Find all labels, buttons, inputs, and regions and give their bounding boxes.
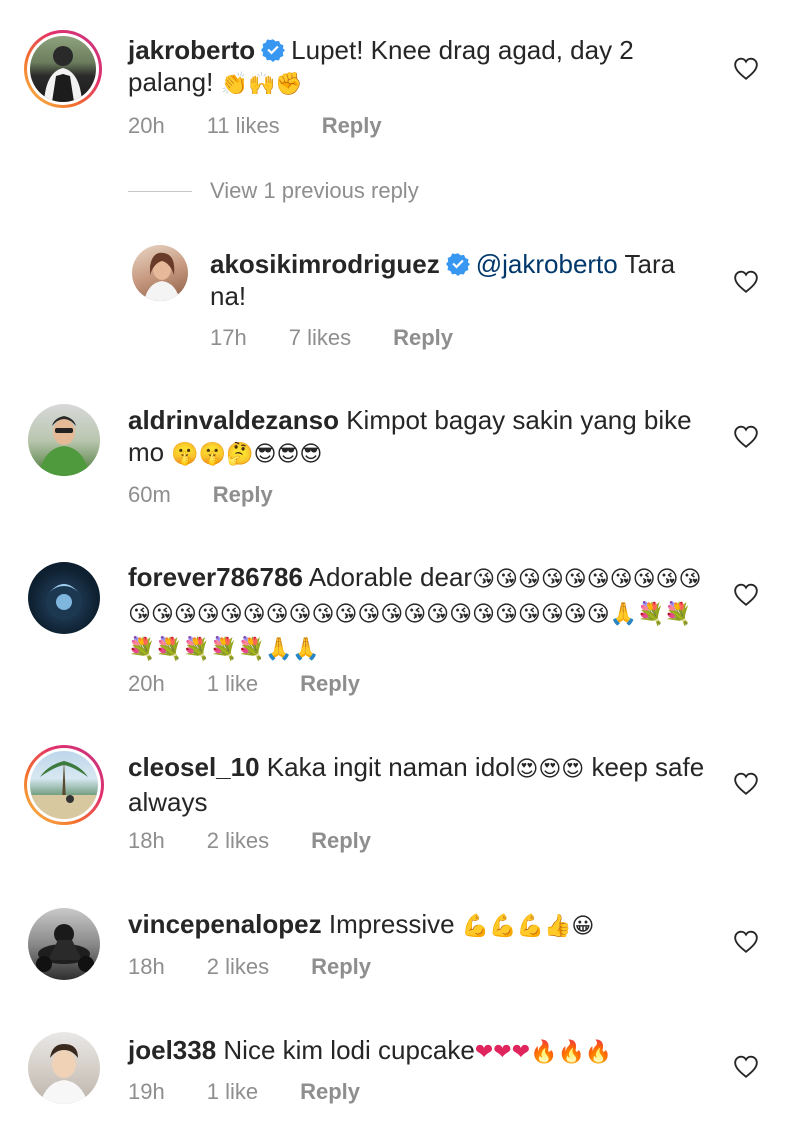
avatar[interactable] [28,562,100,634]
avatar-image [44,46,82,102]
verified-badge-icon [261,38,285,62]
story-ring-avatar[interactable] [24,30,102,108]
mention-link[interactable]: @jakroberto [476,249,618,279]
comment-meta: 18h 2 likes Reply [128,828,413,854]
comment-text: cleosel_10 Kaka ingit naman idol😍😍😍 keep… [128,751,718,818]
divider-line [128,190,192,192]
comment-likes[interactable]: 2 likes [207,954,269,980]
comment-text: joel338 Nice kim lodi cupcake❤❤❤🔥🔥🔥 [128,1034,718,1069]
avatar [30,751,98,819]
avatar-image [30,759,98,819]
avatar[interactable] [28,1032,100,1104]
comment-text: jakroberto Lupet! Knee drag agad, day 2 p… [128,34,718,101]
comment-body: Kaka ingit naman idol [266,752,516,782]
comment-likes[interactable]: 1 like [207,671,258,697]
comment-username[interactable]: cleosel_10 [128,752,260,782]
comment-meta: 20h 11 likes Reply [128,113,424,139]
heart-outline-icon[interactable] [732,424,760,450]
comment-body: Adorable dear [308,562,473,592]
comment-meta: 60m Reply [128,482,315,508]
avatar-image [38,416,90,476]
comment-emoji: 👏🙌✊ [220,72,303,97]
comment-emoji: ❤❤❤🔥🔥🔥 [474,1040,613,1065]
view-replies-label[interactable]: View 1 previous reply [210,178,419,204]
comment-likes[interactable]: 11 likes [207,113,280,139]
heart-outline-icon[interactable] [732,1054,760,1080]
heart-outline-icon[interactable] [732,56,760,82]
comment-text: akosikimrodriguez @jakroberto Tara na! [210,248,710,312]
comment-username[interactable]: joel338 [128,1035,216,1065]
comment-username[interactable]: vincepenalopez [128,909,322,939]
comment-meta: 17h 7 likes Reply [210,325,495,351]
comment-text: aldrinvaldezanso Kimpot bagay sakin yang… [128,404,718,471]
comment-meta: 19h 1 like Reply [128,1079,402,1105]
avatar[interactable] [28,908,100,980]
heart-outline-icon[interactable] [732,582,760,608]
heart-outline-icon[interactable] [732,929,760,955]
comment-emoji: 😍😍😍 [515,757,585,782]
comment-time[interactable]: 20h [128,671,165,697]
comment-text: vincepenalopez Impressive 💪💪💪👍😀 [128,908,718,943]
comment-meta: 20h 1 like Reply [128,671,402,697]
reply-button[interactable]: Reply [311,828,371,854]
comment-likes[interactable]: 2 likes [207,828,269,854]
reply-button[interactable]: Reply [311,954,371,980]
avatar[interactable] [28,404,100,476]
avatar [30,36,96,102]
heart-outline-icon[interactable] [732,269,760,295]
reply-button[interactable]: Reply [213,482,273,508]
comment-time[interactable]: 60m [128,482,171,508]
comment-username[interactable]: akosikimrodriguez [210,249,440,279]
reply-button[interactable]: Reply [300,1079,360,1105]
avatar[interactable] [132,245,188,301]
comment-body: Nice kim lodi cupcake [223,1035,475,1065]
avatar-image [36,924,94,972]
comment-emoji: 🤫🤫🤔😎😎😎 [171,442,323,467]
verified-badge-icon [446,252,470,276]
comment-username[interactable]: aldrinvaldezanso [128,405,339,435]
comment-time[interactable]: 19h [128,1079,165,1105]
comment-emoji: 💪💪💪👍😀 [461,914,595,939]
comment-time[interactable]: 18h [128,828,165,854]
comment-meta: 18h 2 likes Reply [128,954,413,980]
comment-username[interactable]: jakroberto [128,35,255,65]
comment-time[interactable]: 20h [128,113,165,139]
heart-outline-icon[interactable] [732,771,760,797]
comment-time[interactable]: 18h [128,954,165,980]
story-ring-avatar[interactable] [24,745,104,825]
comment-text: forever786786 Adorable dear😘😘😘😘😘😘😘😘😘😘😘😘😘… [128,561,718,666]
comment-body: Impressive [328,909,462,939]
reply-button[interactable]: Reply [393,325,453,351]
comment-username[interactable]: forever786786 [128,562,303,592]
comment-likes[interactable]: 1 like [207,1079,258,1105]
avatar-image [46,584,82,620]
avatar-image [40,1044,88,1104]
reply-button[interactable]: Reply [322,113,382,139]
reply-button[interactable]: Reply [300,671,360,697]
view-previous-replies[interactable]: View 1 previous reply [128,178,419,204]
comment-time[interactable]: 17h [210,325,247,351]
avatar-image [144,252,180,301]
comment-likes[interactable]: 7 likes [289,325,351,351]
